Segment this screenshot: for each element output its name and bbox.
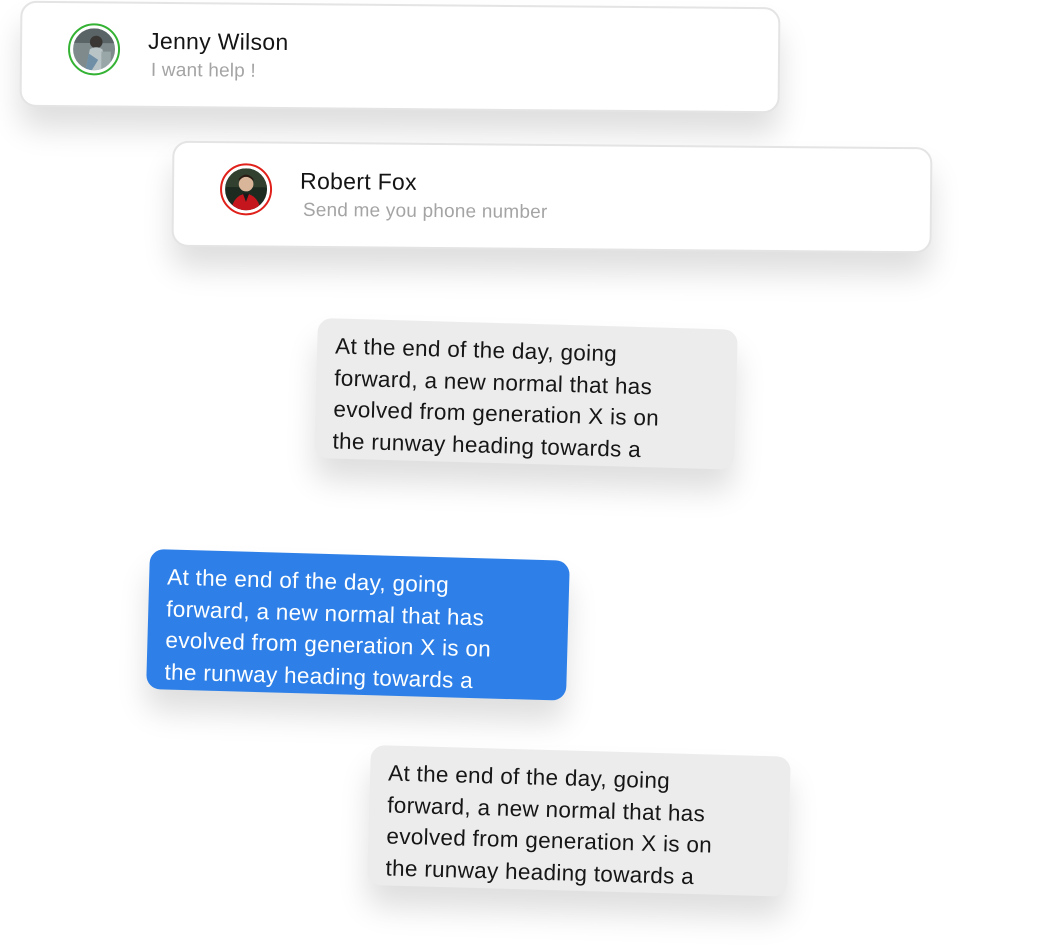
- conversation-card-robert-fox[interactable]: Robert Fox Send me you phone number: [171, 140, 933, 254]
- message-bubble-received: At the end of the day, going forward, a …: [314, 318, 738, 470]
- message-preview: Send me you phone number: [302, 199, 548, 223]
- conversation-card-jenny-wilson[interactable]: Jenny Wilson I want help !: [19, 0, 781, 114]
- avatar: [67, 23, 121, 76]
- contact-name: Jenny Wilson: [148, 27, 289, 56]
- message-bubble-sent: At the end of the day, going forward, a …: [146, 549, 570, 701]
- avatar-photo-icon: [72, 28, 116, 71]
- contact-name: Robert Fox: [300, 167, 418, 195]
- avatar-photo-icon: [224, 168, 268, 211]
- message-preview: I want help !: [150, 59, 257, 82]
- avatar: [219, 163, 273, 216]
- message-bubble-received: At the end of the day, going forward, a …: [367, 745, 791, 897]
